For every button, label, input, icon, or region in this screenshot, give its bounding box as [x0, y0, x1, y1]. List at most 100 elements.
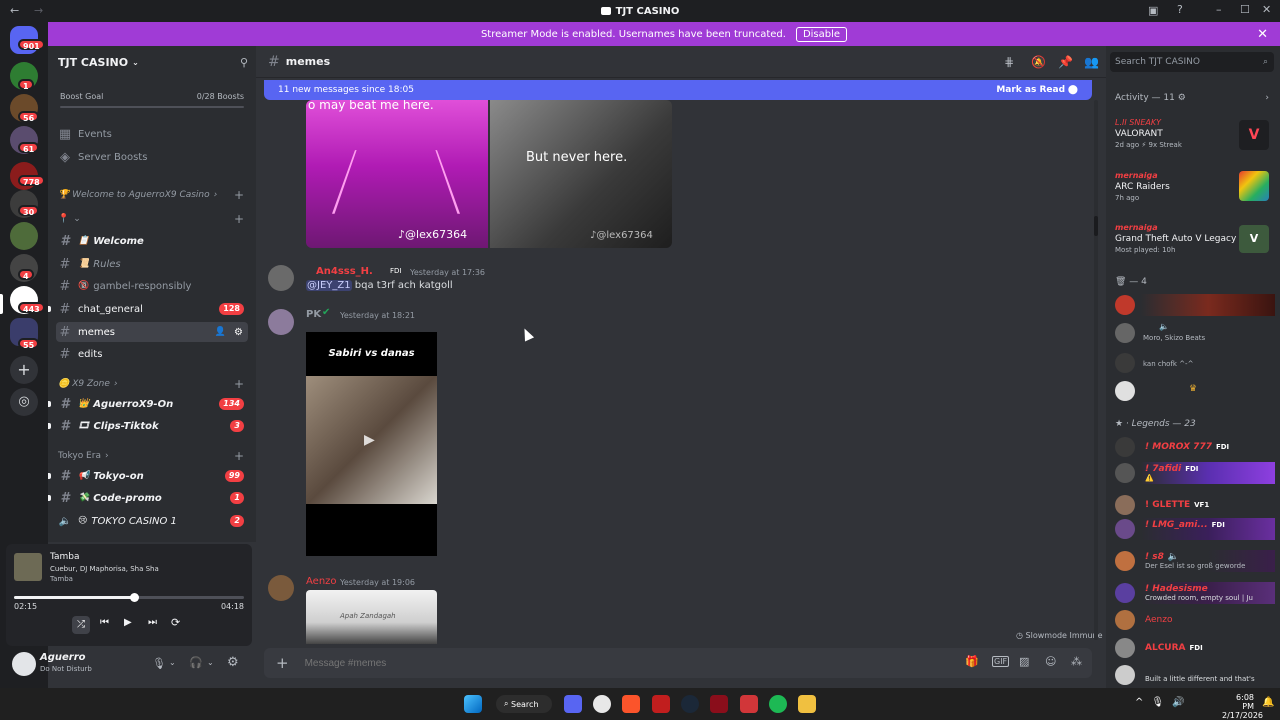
previous-track-icon[interactable]: ⏮	[100, 617, 109, 628]
channel-chat-general[interactable]: # chat_general 128	[56, 299, 248, 319]
repeat-icon[interactable]: ⟳	[171, 616, 180, 629]
chevron-down-icon[interactable]: ⌄	[169, 658, 176, 667]
next-track-icon[interactable]: ⏭	[148, 617, 157, 628]
maximize-button[interactable]: ☐	[1240, 3, 1250, 16]
notification-center-icon[interactable]: 🔔	[1262, 697, 1274, 708]
gear-icon[interactable]: ⚙	[234, 327, 243, 338]
emoji-icon[interactable]: ☺	[1045, 655, 1056, 668]
sticker-icon[interactable]: ▨	[1019, 655, 1029, 668]
acrobat-app-icon[interactable]	[652, 695, 670, 713]
riot-app-icon[interactable]	[740, 695, 758, 713]
meme-image-right[interactable]: But never here. ♪@lex67364	[490, 100, 672, 248]
tray-icons[interactable]: ^🎙🔊	[1135, 697, 1193, 708]
scroll-thumb[interactable]	[1094, 216, 1098, 236]
member-item[interactable]	[1115, 294, 1275, 316]
message-author[interactable]: An4sss_H.	[316, 266, 373, 277]
member-item[interactable]: ♛	[1115, 380, 1275, 402]
member-list-icon[interactable]: 👥	[1084, 55, 1099, 69]
message-author[interactable]: Aenzo	[306, 576, 337, 587]
progress-track[interactable]	[14, 593, 244, 602]
activity-card[interactable]: mernaiga Grand Theft Auto V Legacy Most …	[1115, 223, 1275, 254]
member-item[interactable]: ! 7afidi FDI ⚠️	[1115, 462, 1275, 484]
avatar[interactable]	[268, 309, 294, 335]
spotify-app-icon[interactable]	[769, 695, 787, 713]
member-item[interactable]: Built a little different and that's	[1115, 664, 1275, 686]
category-pin[interactable]: 📍 ⌄ +	[58, 212, 248, 226]
image-attachment[interactable]: Apah Zandagah	[306, 590, 437, 644]
category-x9-zone[interactable]: 🪙 X9 Zone › +	[58, 377, 248, 391]
add-channel-icon[interactable]: +	[234, 188, 244, 202]
activity-card[interactable]: mernaiga ARC Raiders 7h ago	[1115, 171, 1275, 202]
headphones-icon[interactable]: 🎧	[189, 656, 203, 669]
gear-icon[interactable]: ⚙	[227, 655, 239, 670]
channel-clips-tiktok[interactable]: # 🎞 Clips-Tiktok 3	[56, 416, 248, 436]
channel-gambel-responsibly[interactable]: # 🔞 gambel-responsibly	[56, 276, 248, 296]
add-member-icon[interactable]: 👤	[215, 327, 226, 337]
category-welcome[interactable]: 🏆 Welcome to AguerroX9 Casino › +	[58, 188, 248, 202]
message-input[interactable]	[304, 657, 945, 669]
threads-icon[interactable]: ⋕	[1004, 55, 1014, 69]
activity-card[interactable]: L.II SNEAKY VALORANT 2d ago ⚡ 9x Streak …	[1115, 118, 1275, 150]
taskbar-search[interactable]: ⌕ Search	[496, 695, 552, 713]
play-icon[interactable]: ▶	[124, 617, 132, 628]
file-explorer-icon[interactable]	[798, 695, 816, 713]
discord-app-icon[interactable]	[564, 695, 582, 713]
chrome-app-icon[interactable]	[593, 695, 611, 713]
server-boosts-item[interactable]: ◈ Server Boosts	[56, 147, 248, 167]
progress-knob[interactable]	[129, 593, 139, 602]
gift-icon[interactable]: 🎁	[965, 655, 979, 668]
add-channel-icon[interactable]: +	[234, 212, 244, 226]
voice-channel-tokyo-casino[interactable]: 🔈 😢 TOKYO CASINO 1 2	[56, 511, 248, 531]
message-author[interactable]: PK	[306, 309, 321, 320]
channel-edits[interactable]: # edits	[56, 344, 248, 364]
avatar[interactable]	[268, 575, 294, 601]
avatar[interactable]	[268, 265, 294, 291]
gif-icon[interactable]: GIF	[992, 656, 1010, 667]
channel-rules[interactable]: # 📜 Rules	[56, 254, 248, 274]
chat-scrollbar[interactable]	[1094, 100, 1098, 640]
server-header[interactable]: TJT CASINO ⌄ ⚲	[48, 46, 256, 78]
add-server-button[interactable]: +	[10, 356, 38, 384]
notification-bell-icon[interactable]: 🔕	[1031, 55, 1046, 69]
member-item[interactable]: ! MOROX 777 FDI	[1115, 436, 1275, 458]
mark-as-read-button[interactable]: Mark as Read ⬤	[996, 85, 1078, 95]
windows-start-icon[interactable]	[464, 695, 482, 713]
member-item[interactable]: ! GLETTE VF1	[1115, 494, 1275, 516]
add-channel-icon[interactable]: +	[234, 449, 244, 463]
member-item[interactable]: ! LMG_ami... FDI	[1115, 518, 1275, 540]
inbox-icon[interactable]: ▣	[1148, 4, 1158, 17]
channel-memes[interactable]: # memes 👤 ⚙	[56, 322, 248, 342]
channel-aguerrox9-on[interactable]: # 👑 AguerroX9-On 134	[56, 394, 248, 414]
user-mention[interactable]: @JEY_Z1	[306, 280, 352, 291]
member-item[interactable]: ! s8 🔈 Der Esel ist so groß gewordе	[1115, 550, 1275, 572]
category-tokyo-era[interactable]: Tokyo Era › +	[58, 449, 248, 463]
apps-icon[interactable]: ⁂	[1071, 655, 1082, 668]
play-icon[interactable]: ▶	[364, 432, 375, 448]
taskbar-clock[interactable]: 6:08 PM 2/17/2026	[1222, 693, 1263, 720]
steam-app-icon[interactable]	[681, 695, 699, 713]
add-attachment-icon[interactable]: +	[276, 654, 289, 672]
discover-button[interactable]: ◎	[10, 388, 38, 416]
pin-icon[interactable]: 📌	[1058, 55, 1073, 69]
channel-welcome[interactable]: # 📋 Welcome	[56, 231, 248, 251]
member-item[interactable]: 🔈 Moro, Skizo Beats	[1115, 322, 1275, 344]
avatar[interactable]	[12, 652, 36, 676]
chevron-down-icon[interactable]: ⌄	[207, 658, 214, 667]
close-icon[interactable]: ✕	[1257, 27, 1268, 42]
member-item[interactable]: ALCURA FDI	[1115, 637, 1275, 659]
add-channel-icon[interactable]: +	[234, 377, 244, 391]
member-item[interactable]: Aenzo	[1115, 609, 1275, 631]
video-attachment[interactable]: Sabiri vs danas ▶	[306, 332, 437, 556]
boost-goal[interactable]: Boost Goal 0/28 Boosts	[48, 92, 256, 101]
minimize-button[interactable]: –	[1216, 3, 1222, 16]
invite-icon[interactable]: ⚲	[240, 56, 248, 69]
brave-app-icon[interactable]	[622, 695, 640, 713]
help-icon[interactable]: ?	[1177, 3, 1183, 16]
activity-header[interactable]: Activity — 11 ⚙ ›	[1115, 93, 1275, 103]
channel-tokyo-on[interactable]: # 📢 Tokyo-on 99	[56, 466, 248, 486]
microphone-icon[interactable]: 🎙	[152, 657, 166, 670]
server-icon[interactable]	[10, 222, 38, 250]
meme-image-left[interactable]: o may beat me here. ♪@lex67364	[306, 100, 488, 248]
search-input[interactable]: Search TJT CASINO ⌕	[1110, 52, 1274, 72]
disable-streamer-button[interactable]: Disable	[795, 26, 848, 42]
